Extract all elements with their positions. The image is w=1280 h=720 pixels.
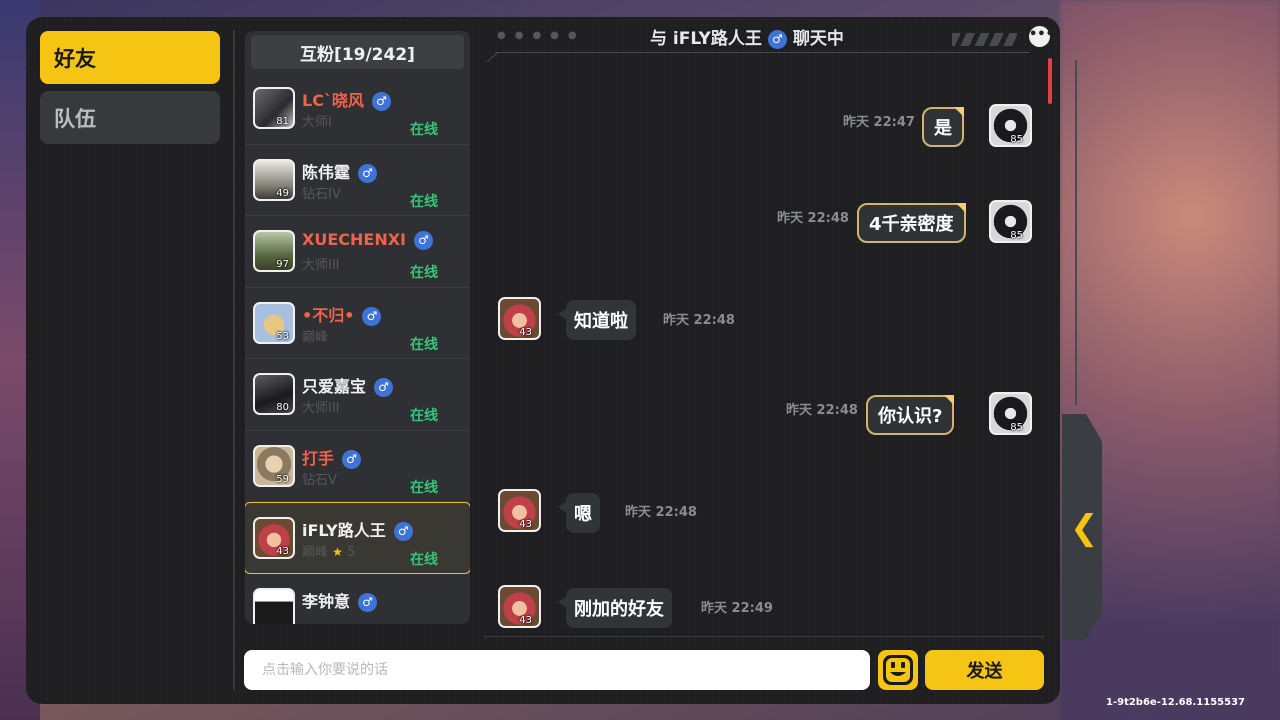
- message-bubble-received: 知道啦: [558, 300, 636, 340]
- divider: [233, 30, 235, 690]
- star-icon: ★: [332, 545, 343, 559]
- friend-rank: 巅峰 ★ 5: [302, 545, 356, 560]
- chat-input[interactable]: [244, 650, 870, 690]
- friend-rank: 大师III: [302, 401, 340, 416]
- friend-avatar: 43: [498, 585, 541, 628]
- friend-status: 在线: [410, 122, 438, 138]
- friend-name: iFLY路人王 ♂: [302, 517, 413, 541]
- avatar: 97: [253, 230, 295, 272]
- male-icon: ♂: [393, 522, 413, 541]
- avatar: 81: [253, 87, 295, 129]
- male-icon: ♂: [414, 231, 433, 250]
- avatar: 59: [253, 444, 295, 487]
- friend-name: •不归• ♂: [302, 302, 382, 326]
- avatar: 80: [253, 373, 295, 415]
- my-avatar: 85: [989, 104, 1032, 147]
- friend-name: 只爱嘉宝 ♂: [302, 373, 394, 397]
- male-icon: ♂: [362, 306, 382, 326]
- message-time: 昨天 22:48: [663, 313, 735, 328]
- avatar: 49: [253, 158, 295, 201]
- decorative-line: [1075, 60, 1077, 405]
- send-button[interactable]: 发送: [925, 650, 1044, 690]
- male-icon: ♂: [342, 449, 362, 469]
- tab-friends[interactable]: 好友: [40, 31, 220, 84]
- composer-divider: [484, 636, 1044, 637]
- friend-status: 在线: [410, 265, 438, 281]
- emoji-button[interactable]: [878, 650, 918, 690]
- message-time: 昨天 22:48: [625, 505, 697, 520]
- avatar: [253, 587, 295, 624]
- my-avatar: 85: [989, 200, 1032, 243]
- avatar: 43: [253, 517, 295, 559]
- avatar-level: 80: [276, 402, 289, 413]
- friend-rank: 钻石V: [302, 472, 337, 488]
- male-icon: ♂: [374, 378, 394, 397]
- message-bubble-received: 嗯: [558, 493, 600, 533]
- message-bubble-sent: 4千亲密度: [857, 203, 966, 243]
- avatar-level: 81: [276, 116, 289, 127]
- avatar-level: 53: [276, 330, 289, 342]
- avatar: 53: [253, 301, 295, 344]
- friend-status: 在线: [410, 479, 438, 496]
- male-icon: ♂: [767, 29, 787, 49]
- male-icon: ♂: [358, 163, 378, 183]
- friend-name: 陈伟霆 ♂: [302, 159, 378, 183]
- chat-title: 与 iFLY路人王 ♂ 聊天中: [650, 29, 844, 49]
- friend-name: 打手 ♂: [302, 445, 362, 469]
- male-icon: ♂: [358, 592, 378, 612]
- chat-scrollbar[interactable]: [1048, 58, 1052, 104]
- friend-status: 在线: [410, 193, 438, 210]
- friend-name: LC`晓风 ♂: [302, 87, 391, 111]
- message-time: 昨天 22:49: [701, 601, 773, 616]
- friend-rank: 大师I: [302, 115, 332, 130]
- friend-item-selected[interactable]: 43 iFLY路人王 ♂ 巅峰 ★ 5 在线: [245, 502, 470, 574]
- friend-avatar: 43: [498, 489, 541, 532]
- avatar-level: 43: [276, 546, 289, 557]
- friend-status: 在线: [410, 552, 438, 568]
- decorative-stripes: [952, 33, 1017, 46]
- header-divider: [495, 52, 1030, 53]
- friend-name: 李钟意 ♂: [302, 588, 378, 612]
- friend-rank: 钻石IV: [302, 186, 341, 202]
- friend-avatar: 43: [498, 297, 541, 340]
- more-options-icon[interactable]: •••: [1029, 26, 1054, 47]
- friend-item[interactable]: 97 XUECHENXI ♂ 大师III 在线: [245, 216, 470, 288]
- message-time: 昨天 22:47: [843, 115, 915, 130]
- tab-team[interactable]: 队伍: [40, 91, 220, 144]
- friend-name: XUECHENXI ♂: [302, 230, 433, 250]
- version-label: 1-9t2b6e-12.68.1155537: [1106, 697, 1245, 708]
- avatar-level: 59: [276, 473, 289, 485]
- friend-status: 在线: [410, 336, 438, 353]
- male-icon: ♂: [371, 92, 391, 111]
- friend-item[interactable]: 李钟意 ♂: [245, 574, 470, 624]
- friend-item[interactable]: 53 •不归• ♂ 巅峰 在线: [245, 288, 470, 359]
- friend-item[interactable]: 49 陈伟霆 ♂ 钻石IV 在线: [245, 145, 470, 216]
- chevron-left-icon[interactable]: ❮: [1070, 508, 1099, 548]
- friend-rank: 巅峰: [302, 329, 329, 345]
- avatar-level: 97: [276, 259, 289, 270]
- message-bubble-sent: 是: [922, 107, 964, 147]
- friend-item[interactable]: 80 只爱嘉宝 ♂ 大师III 在线: [245, 359, 470, 431]
- friend-list-header: 互粉[19/242]: [251, 35, 464, 69]
- decorative-dots: ●●●●●: [497, 30, 586, 41]
- message-time: 昨天 22:48: [777, 211, 849, 226]
- friend-list[interactable]: 互粉[19/242] 81 LC`晓风 ♂ 大师I 在线 49 陈伟霆 ♂ 钻石IV…: [245, 31, 470, 624]
- smiley-icon: [883, 655, 913, 685]
- my-avatar: 85: [989, 392, 1032, 435]
- friend-status: 在线: [410, 408, 438, 424]
- avatar-level: 49: [276, 187, 289, 199]
- message-time: 昨天 22:48: [786, 403, 858, 418]
- friend-item[interactable]: 59 打手 ♂ 钻石V 在线: [245, 431, 470, 502]
- message-bubble-sent: 你认识?: [866, 395, 955, 435]
- message-bubble-received: 刚加的好友: [558, 588, 672, 628]
- friend-rank: 大师III: [302, 258, 340, 273]
- friend-item[interactable]: 81 LC`晓风 ♂ 大师I 在线: [245, 73, 470, 145]
